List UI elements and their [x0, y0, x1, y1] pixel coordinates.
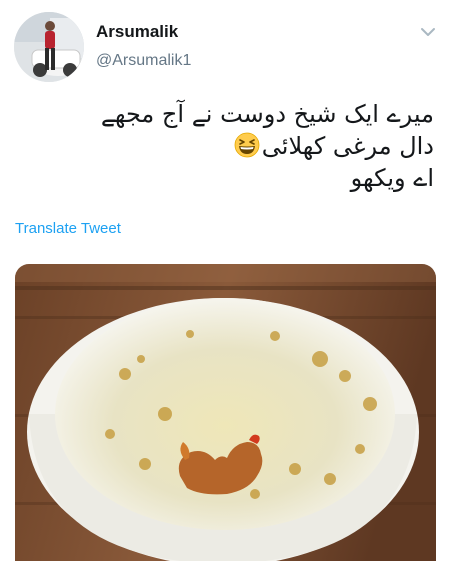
translate-tweet-link[interactable]: Translate Tweet [15, 220, 121, 237]
avatar-image [14, 12, 84, 82]
author-name[interactable]: Arsumalik [96, 22, 178, 42]
avatar[interactable] [14, 12, 84, 82]
bowl-photo [15, 264, 436, 561]
author-handle[interactable]: @Arsumalik1 [96, 52, 191, 70]
tweet-text-line: دال مرغی کھلائی [261, 132, 434, 160]
tweet-media-photo[interactable] [15, 264, 436, 561]
tweet-text: میرے ایک شیخ دوست نے آج مجھے دال مرغی کھ… [34, 98, 434, 194]
tweet-text-line: اے ویکھو [350, 164, 434, 192]
tweet-text-line-with-emoji: دال مرغی کھلائی [34, 130, 434, 162]
grinning-squinting-face-icon [234, 132, 260, 158]
tweet-text-line: میرے ایک شیخ دوست نے آج مجھے [100, 100, 434, 128]
chevron-down-icon[interactable] [418, 22, 438, 42]
tweet-card: Arsumalik @Arsumalik1 میرے ایک شیخ دوست … [0, 0, 450, 563]
